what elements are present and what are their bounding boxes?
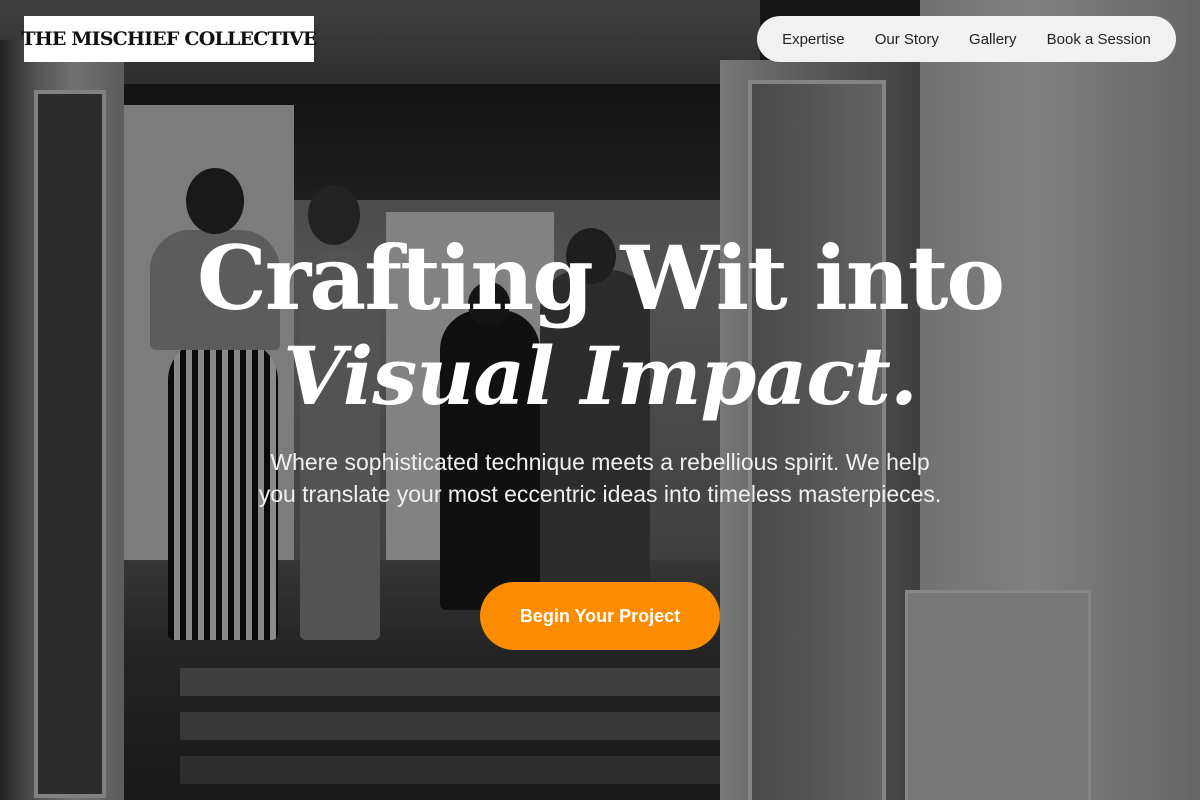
nav-item-gallery[interactable]: Gallery	[969, 31, 1017, 48]
headline-line-1: Crafting Wit into	[196, 226, 1005, 330]
hero-section: THE MISCHIEF COLLECTIVE Expertise Our St…	[0, 0, 1200, 800]
nav-item-our-story[interactable]: Our Story	[875, 31, 939, 48]
brand-name: THE MISCHIEF COLLECTIVE	[21, 28, 317, 50]
nav-item-book-a-session[interactable]: Book a Session	[1047, 31, 1151, 48]
begin-project-button[interactable]: Begin Your Project	[480, 582, 720, 650]
main-nav: Expertise Our Story Gallery Book a Sessi…	[757, 16, 1176, 62]
brand-logo[interactable]: THE MISCHIEF COLLECTIVE	[21, 16, 317, 62]
hero-headline: Crafting Wit into Visual Impact.	[0, 228, 1200, 424]
nav-item-expertise[interactable]: Expertise	[782, 31, 845, 48]
hero-subtext: Where sophisticated technique meets a re…	[258, 449, 942, 507]
headline-line-2: Visual Impact.	[283, 329, 918, 423]
